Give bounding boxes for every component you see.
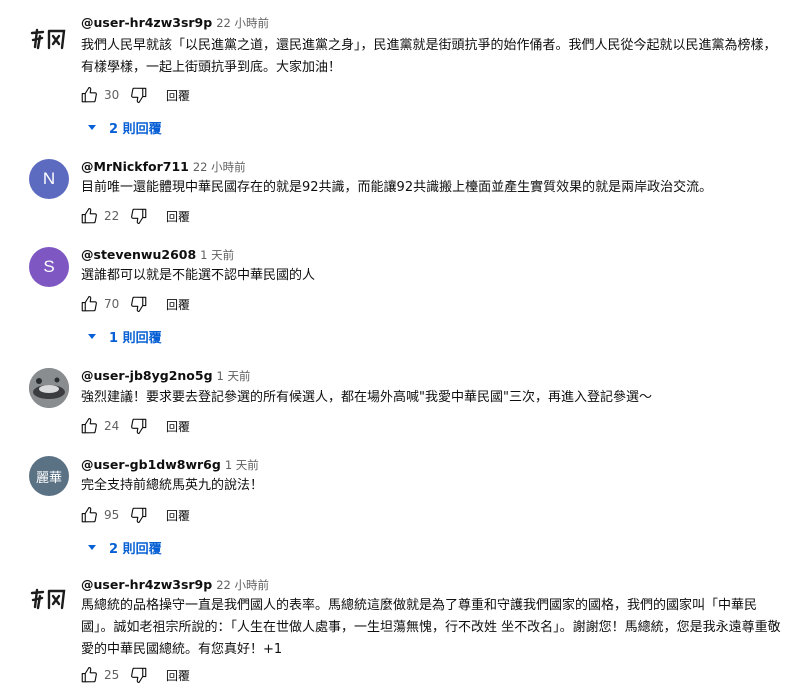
thumbs-up-icon[interactable] bbox=[80, 417, 98, 435]
thumbs-up-icon[interactable] bbox=[80, 295, 98, 313]
comment-thread: @user-hr4zw3sr9p 22 小時前 我們人民早就該「以民進黨之道，還民… bbox=[0, 0, 800, 150]
reply-button[interactable]: 回覆 bbox=[166, 507, 190, 524]
thumbs-down-icon[interactable] bbox=[130, 506, 148, 524]
comment-actions: 95 回覆 bbox=[80, 505, 190, 525]
comment-header: @user-hr4zw3sr9p 22 小時前 bbox=[81, 577, 269, 593]
comment-actions: 22 回覆 bbox=[80, 206, 190, 226]
calligraphy-logo-icon bbox=[30, 588, 66, 610]
chevron-down-icon bbox=[88, 545, 96, 550]
thumbs-down-icon[interactable] bbox=[130, 417, 148, 435]
comment-time[interactable]: 1 天前 bbox=[200, 248, 234, 262]
thumbs-down-icon[interactable] bbox=[130, 207, 148, 225]
reply-button[interactable]: 回覆 bbox=[166, 667, 190, 684]
view-replies-button[interactable]: 2 則回覆 bbox=[88, 538, 162, 557]
reply-button[interactable]: 回覆 bbox=[166, 296, 190, 313]
avatar-letter: S bbox=[43, 257, 55, 276]
comment-actions: 30 回覆 bbox=[80, 85, 190, 105]
avatar[interactable] bbox=[29, 27, 69, 51]
reply-button[interactable]: 回覆 bbox=[166, 87, 190, 104]
calligraphy-logo-icon bbox=[30, 28, 66, 50]
like-count: 30 bbox=[104, 88, 120, 102]
like-count: 25 bbox=[104, 668, 120, 682]
thumbs-down-icon[interactable] bbox=[130, 295, 148, 313]
view-replies-button[interactable]: 1 則回覆 bbox=[88, 327, 162, 346]
comment-header: @stevenwu2608 1 天前 bbox=[81, 247, 234, 263]
comment-header: @user-jb8yg2no5g 1 天前 bbox=[81, 368, 251, 384]
comment-text: 強烈建議！要求要去登記參選的所有候選人，都在場外高喊"我愛中華民國"三次，再進入… bbox=[81, 390, 652, 405]
avatar-letter: 麗華 bbox=[35, 469, 62, 485]
comment-header: @MrNickfor711 22 小時前 bbox=[81, 159, 246, 175]
comment-author[interactable]: @user-gb1dw8wr6g bbox=[81, 457, 221, 472]
replies-label: 1 則回覆 bbox=[109, 331, 162, 346]
thumbs-up-icon[interactable] bbox=[80, 207, 98, 225]
avatar[interactable] bbox=[29, 587, 69, 611]
avatar[interactable]: 麗華 bbox=[29, 456, 69, 496]
like-count: 70 bbox=[104, 297, 120, 311]
reply-button[interactable]: 回覆 bbox=[166, 418, 190, 435]
comment-thread: 麗華 @user-gb1dw8wr6g 1 天前 完全支持前總統馬英九的說法！ 9… bbox=[0, 452, 800, 570]
comment-text: 馬總統的品格操守一直是我們國人的表率。馬總統這麼做就是為了尊重和守護我們國家的國… bbox=[81, 598, 781, 657]
comment-thread: S @stevenwu2608 1 天前 選誰都可以就是不能選不認中華民國的人 7… bbox=[0, 242, 800, 360]
comment-text: 選誰都可以就是不能選不認中華民國的人 bbox=[81, 268, 316, 283]
comment-thread: N @MrNickfor711 22 小時前 目前唯一還能體現中華民國存在的就是9… bbox=[0, 150, 800, 242]
avatar[interactable]: S bbox=[29, 247, 69, 287]
thumbs-up-icon[interactable] bbox=[80, 86, 98, 104]
view-replies-button[interactable]: 2 則回覆 bbox=[88, 118, 162, 137]
like-count: 95 bbox=[104, 508, 120, 522]
comment-author[interactable]: @user-jb8yg2no5g bbox=[81, 368, 213, 383]
avatar[interactable] bbox=[29, 368, 69, 408]
comment-time[interactable]: 1 天前 bbox=[225, 458, 259, 472]
comment-author[interactable]: @user-hr4zw3sr9p bbox=[81, 15, 212, 30]
chevron-down-icon bbox=[88, 125, 96, 130]
comment-time[interactable]: 22 小時前 bbox=[216, 16, 269, 30]
comment-text: 我們人民早就該「以民進黨之道，還民進黨之身」，民進黨就是街頭抗爭的始作俑者。我們… bbox=[81, 38, 777, 75]
replies-label: 2 則回覆 bbox=[109, 122, 162, 137]
reply-button[interactable]: 回覆 bbox=[166, 208, 190, 225]
comment-actions: 24 回覆 bbox=[80, 416, 190, 436]
avatar-letter: N bbox=[42, 169, 56, 188]
comment-time[interactable]: 22 小時前 bbox=[216, 578, 269, 592]
comment-thread: @user-hr4zw3sr9p 22 小時前 馬總統的品格操守一直是我們國人的表… bbox=[0, 570, 800, 685]
comment-actions: 70 回覆 bbox=[80, 294, 190, 314]
thumbs-down-icon[interactable] bbox=[130, 666, 148, 684]
like-count: 24 bbox=[104, 419, 120, 433]
comment-author[interactable]: @stevenwu2608 bbox=[81, 247, 196, 262]
thumbs-down-icon[interactable] bbox=[130, 86, 148, 104]
like-count: 22 bbox=[104, 209, 120, 223]
comment-time[interactable]: 22 小時前 bbox=[193, 160, 246, 174]
comment-text: 完全支持前總統馬英九的說法！ bbox=[81, 478, 264, 493]
thumbs-up-icon[interactable] bbox=[80, 666, 98, 684]
replies-label: 2 則回覆 bbox=[109, 542, 162, 557]
chevron-down-icon bbox=[88, 334, 96, 339]
comment-time[interactable]: 1 天前 bbox=[217, 369, 251, 383]
comment-thread: @user-jb8yg2no5g 1 天前 強烈建議！要求要去登記參選的所有候選人… bbox=[0, 360, 800, 452]
thumbs-up-icon[interactable] bbox=[80, 506, 98, 524]
comment-text: 目前唯一還能體現中華民國存在的就是92共識，而能讓92共識搬上檯面並產生實質效果… bbox=[81, 180, 713, 195]
avatar[interactable]: N bbox=[29, 159, 69, 199]
comment-actions: 25 回覆 bbox=[80, 665, 190, 685]
comment-author[interactable]: @MrNickfor711 bbox=[81, 159, 189, 174]
photo-avatar-icon bbox=[29, 368, 69, 408]
comment-author[interactable]: @user-hr4zw3sr9p bbox=[81, 577, 212, 592]
comment-header: @user-gb1dw8wr6g 1 天前 bbox=[81, 457, 259, 473]
comment-header: @user-hr4zw3sr9p 22 小時前 bbox=[81, 15, 269, 31]
